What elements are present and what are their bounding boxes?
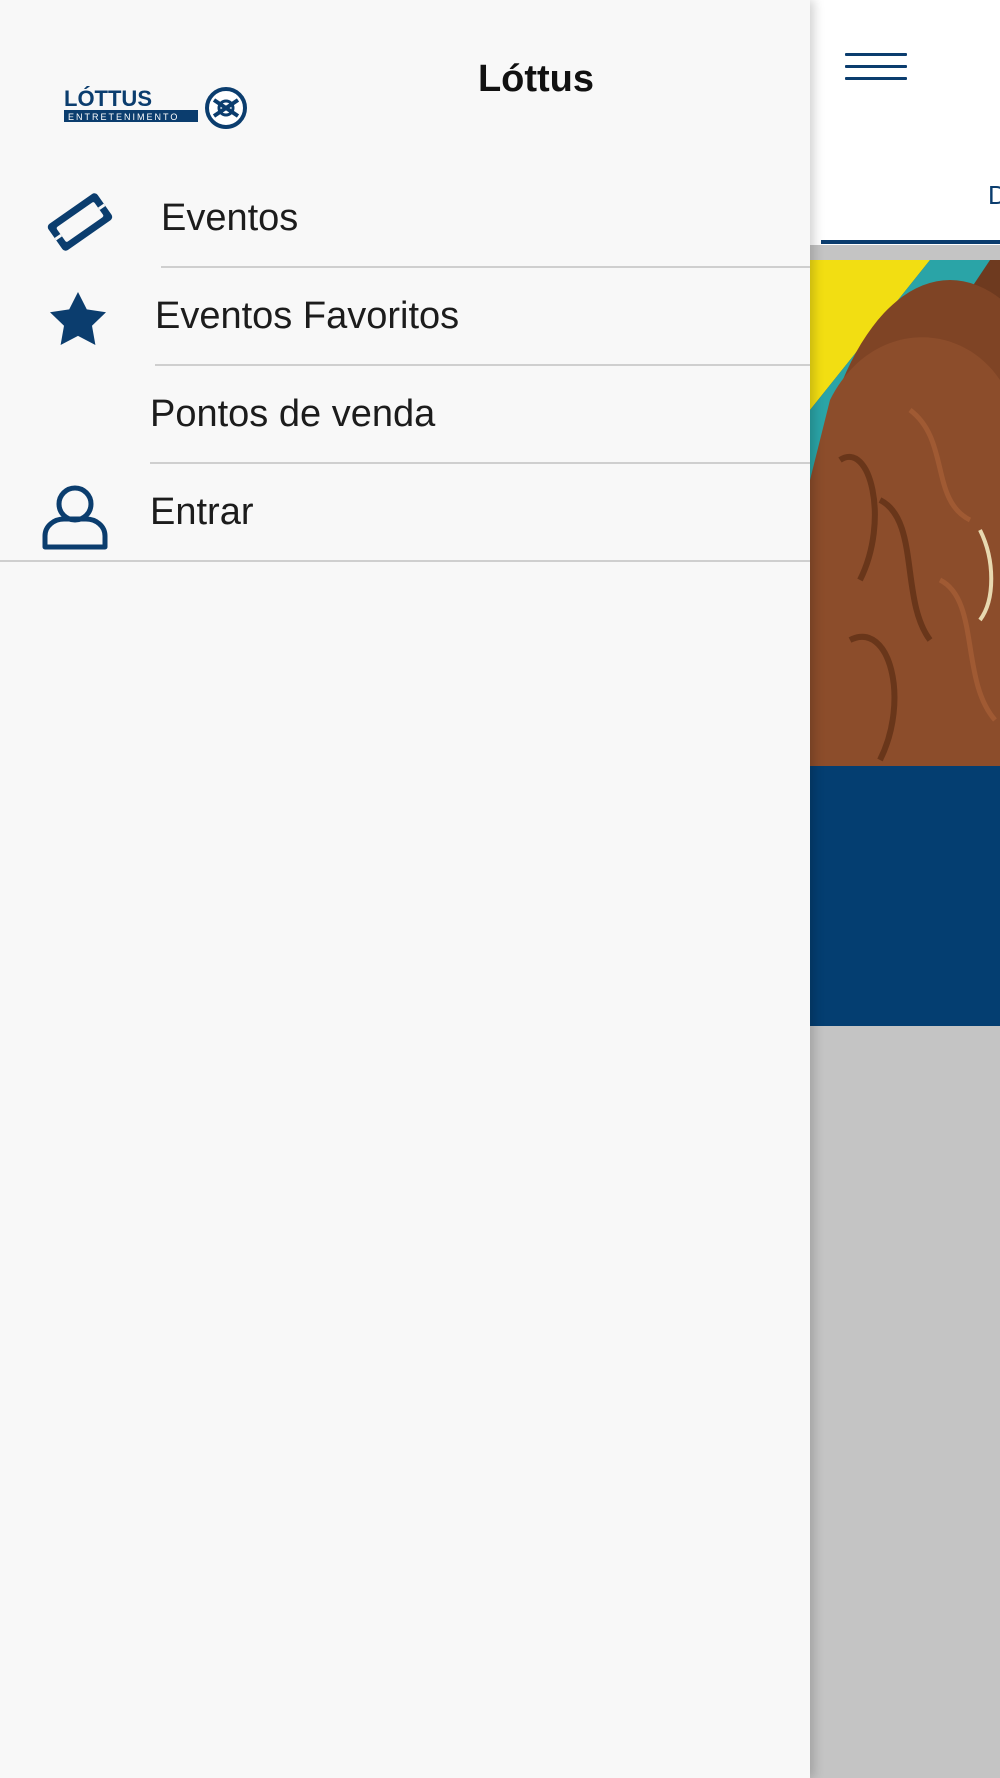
divider (0, 560, 810, 562)
svg-text:ENTRETENIMENTO: ENTRETENIMENTO (68, 112, 179, 122)
menu-item-label: Pontos de venda (150, 393, 436, 435)
menu-item-label: Eventos Favoritos (155, 295, 460, 337)
star-icon (42, 290, 114, 353)
menu-item-eventos-favoritos[interactable]: Eventos Favoritos (0, 268, 810, 366)
ticket-icon (44, 192, 116, 257)
menu-item-label: Eventos (161, 197, 299, 239)
drawer-title: Lóttus (477, 58, 595, 100)
app-bar (810, 0, 1000, 245)
event-banner-image[interactable] (810, 260, 1000, 766)
menu-item-pontos-de-venda[interactable]: Pontos de venda (0, 366, 810, 464)
menu-item-entrar[interactable]: Entrar (0, 464, 810, 562)
event-card-footer[interactable] (810, 766, 1000, 1026)
user-icon (40, 484, 110, 555)
tab-first[interactable]: D (988, 180, 1000, 211)
menu-item-label: Entrar (150, 491, 254, 533)
menu-item-eventos[interactable]: Eventos (0, 170, 810, 268)
navigation-drawer: LÓTTUS ENTRETENIMENTO Lóttus Eventos Eve… (0, 0, 810, 1778)
tab-indicator (821, 240, 1000, 244)
